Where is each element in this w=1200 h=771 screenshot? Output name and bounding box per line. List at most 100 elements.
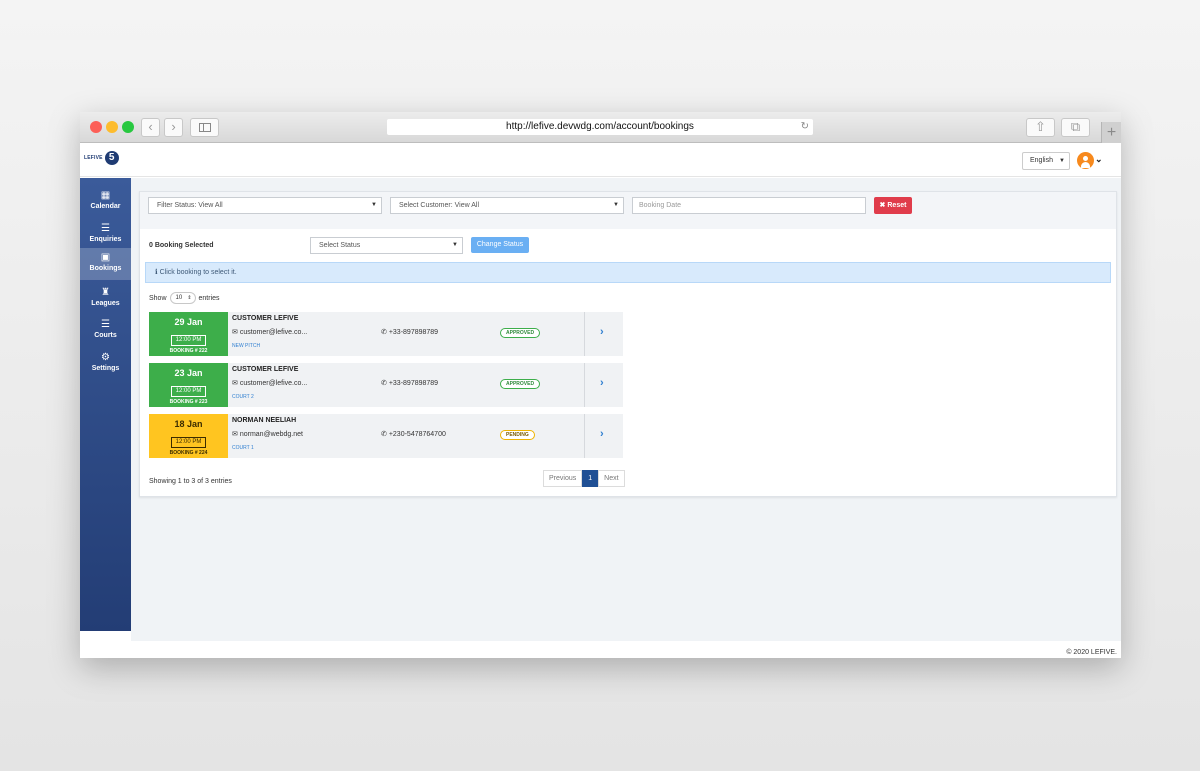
status-badge: PENDING xyxy=(500,430,535,440)
court-name: NEW PITCH xyxy=(232,343,261,349)
booking-row[interactable]: 23 Jan 12:00 PM BOOKING # 223 CUSTOMER L… xyxy=(149,363,623,407)
customer-email: ✉ customer@lefive.co... xyxy=(232,379,307,387)
select-status-value: Select Status xyxy=(319,242,361,249)
change-status-button[interactable]: Change Status xyxy=(471,237,529,253)
share-button[interactable]: ⇧ xyxy=(1026,118,1055,137)
page-1-button[interactable]: 1 xyxy=(582,470,599,487)
logo-text: LEFIVE xyxy=(84,155,103,161)
chevron-right-icon: › xyxy=(171,119,176,134)
sidebar-item-enquiries[interactable]: ☰ Enquiries xyxy=(80,219,131,249)
select-customer-value: Select Customer: View All xyxy=(399,202,480,209)
envelope-icon: ✉ xyxy=(232,329,238,336)
new-tab-button[interactable]: + xyxy=(1101,122,1121,143)
reload-icon[interactable]: ↻ xyxy=(801,119,809,135)
filter-status-value: Filter Status: View All xyxy=(157,202,223,209)
forward-button[interactable]: › xyxy=(164,118,183,137)
chevron-down-icon: ▼ xyxy=(452,242,458,248)
customer-name: CUSTOMER LEFIVE xyxy=(232,366,299,373)
sidebar-item-calendar[interactable]: ▦ Calendar xyxy=(80,186,131,216)
user-avatar[interactable] xyxy=(1077,152,1094,169)
share-icon: ⇧ xyxy=(1035,119,1046,134)
user-icon-head xyxy=(1083,156,1088,161)
back-button[interactable]: ‹ xyxy=(141,118,160,137)
filter-status-select[interactable]: Filter Status: View All ▼ xyxy=(148,197,382,214)
booking-row[interactable]: 29 Jan 12:00 PM BOOKING # 222 CUSTOMER L… xyxy=(149,312,623,356)
booking-time: 12:00 PM xyxy=(170,437,207,448)
booking-row[interactable]: 18 Jan 12:00 PM BOOKING # 224 NORMAN NEE… xyxy=(149,414,623,458)
email-text: customer@lefive.co... xyxy=(239,329,308,336)
customer-phone: ✆ +230-5478764700 xyxy=(381,430,446,438)
customer-email: ✉ customer@lefive.co... xyxy=(232,328,307,336)
booking-number: BOOKING # 223 xyxy=(169,399,208,405)
list-icon: ☰ xyxy=(101,319,110,330)
logo-badge: 5 xyxy=(104,151,119,165)
email-text: norman@webdg.net xyxy=(239,431,303,438)
url-text: http://lefive.devwdg.com/account/booking… xyxy=(506,121,694,132)
entries-select[interactable]: 10 ⇕ xyxy=(169,292,196,304)
phone-text: +230-5478764700 xyxy=(388,431,446,438)
zoom-window-button[interactable] xyxy=(122,121,134,133)
chevron-updown-icon: ⇕ xyxy=(187,295,192,301)
language-value: English xyxy=(1030,157,1053,164)
close-icon: ✖ xyxy=(879,202,886,209)
booking-date-box: 18 Jan 12:00 PM BOOKING # 224 xyxy=(149,414,228,458)
status-badge: APPROVED xyxy=(500,379,541,389)
sidebar-toggle-button[interactable] xyxy=(190,118,219,137)
sidebar-item-label: Calendar xyxy=(90,203,121,210)
booking-time: 12:00 PM xyxy=(170,335,207,346)
pagination: Previous 1 Next xyxy=(543,470,625,487)
close-window-button[interactable] xyxy=(90,121,102,133)
chevron-down-icon: ▼ xyxy=(1059,158,1065,164)
sidebar: ▦ Calendar ☰ Enquiries ▣ Bookings ♜ Leag… xyxy=(80,178,131,631)
entries-value: 10 xyxy=(175,295,183,301)
booking-date-placeholder: Booking Date xyxy=(639,202,682,209)
language-select[interactable]: English ▼ xyxy=(1022,152,1070,170)
sidebar-item-settings[interactable]: ⚙ Settings xyxy=(80,348,131,378)
divider xyxy=(584,312,585,356)
info-alert: ℹ Click booking to select it. xyxy=(145,262,1111,283)
previous-page-button[interactable]: Previous xyxy=(543,470,583,487)
chevron-right-icon[interactable]: › xyxy=(600,428,604,440)
bookings-panel: Filter Status: View All ▼ Select Custome… xyxy=(139,191,1117,497)
customer-name: CUSTOMER LEFIVE xyxy=(232,315,299,322)
customer-email: ✉ norman@webdg.net xyxy=(232,430,303,438)
booking-date: 23 Jan xyxy=(174,368,203,378)
sidebar-item-courts[interactable]: ☰ Courts xyxy=(80,315,131,345)
plus-icon: + xyxy=(1106,124,1117,141)
reset-button[interactable]: ✖ Reset xyxy=(874,197,912,214)
logo[interactable]: LEFIVE 5 xyxy=(84,151,119,165)
info-icon: ℹ xyxy=(155,269,158,276)
sidebar-item-label: Bookings xyxy=(89,265,122,272)
sidebar-item-bookings[interactable]: ▣ Bookings xyxy=(80,248,131,280)
selected-count: 0 Booking Selected xyxy=(149,242,214,249)
court-name: COURT 2 xyxy=(232,394,254,400)
booking-time: 12:00 PM xyxy=(170,386,207,397)
booking-number: BOOKING # 222 xyxy=(169,348,208,354)
chevron-down-icon: ▼ xyxy=(371,202,377,208)
filter-bar: Filter Status: View All ▼ Select Custome… xyxy=(140,192,1116,229)
gear-icon: ⚙ xyxy=(101,352,110,363)
sidebar-item-label: Courts xyxy=(94,332,117,339)
select-status-select[interactable]: Select Status ▼ xyxy=(310,237,463,254)
alert-text: Click booking to select it. xyxy=(159,269,237,276)
booking-date-input[interactable]: Booking Date xyxy=(632,197,866,214)
tabs-icon: ⧉ xyxy=(1070,119,1081,134)
user-menu-chevron-icon[interactable]: ⌄ xyxy=(1095,154,1103,165)
booking-date-box: 23 Jan 12:00 PM BOOKING # 223 xyxy=(149,363,228,407)
address-bar[interactable]: http://lefive.devwdg.com/account/booking… xyxy=(387,119,813,135)
entries-length: Show 10 ⇕ entries xyxy=(149,292,220,304)
customer-name: NORMAN NEELIAH xyxy=(232,417,297,424)
select-customer-select[interactable]: Select Customer: View All ▼ xyxy=(390,197,624,214)
entries-suffix: entries xyxy=(198,294,220,302)
sidebar-item-label: Leagues xyxy=(91,300,120,307)
phone-icon: ✆ xyxy=(381,329,387,336)
minimize-window-button[interactable] xyxy=(106,121,118,133)
browser-titlebar: ‹ › http://lefive.devwdg.com/account/boo… xyxy=(80,112,1121,143)
tabs-overview-button[interactable]: ⧉ xyxy=(1061,118,1090,137)
booking-date: 29 Jan xyxy=(174,317,203,327)
footer: © 2020 LEFIVE. xyxy=(80,641,1121,658)
sidebar-item-leagues[interactable]: ♜ Leagues xyxy=(80,283,131,313)
next-page-button[interactable]: Next xyxy=(598,470,625,487)
chevron-right-icon[interactable]: › xyxy=(600,326,604,338)
chevron-right-icon[interactable]: › xyxy=(600,377,604,389)
